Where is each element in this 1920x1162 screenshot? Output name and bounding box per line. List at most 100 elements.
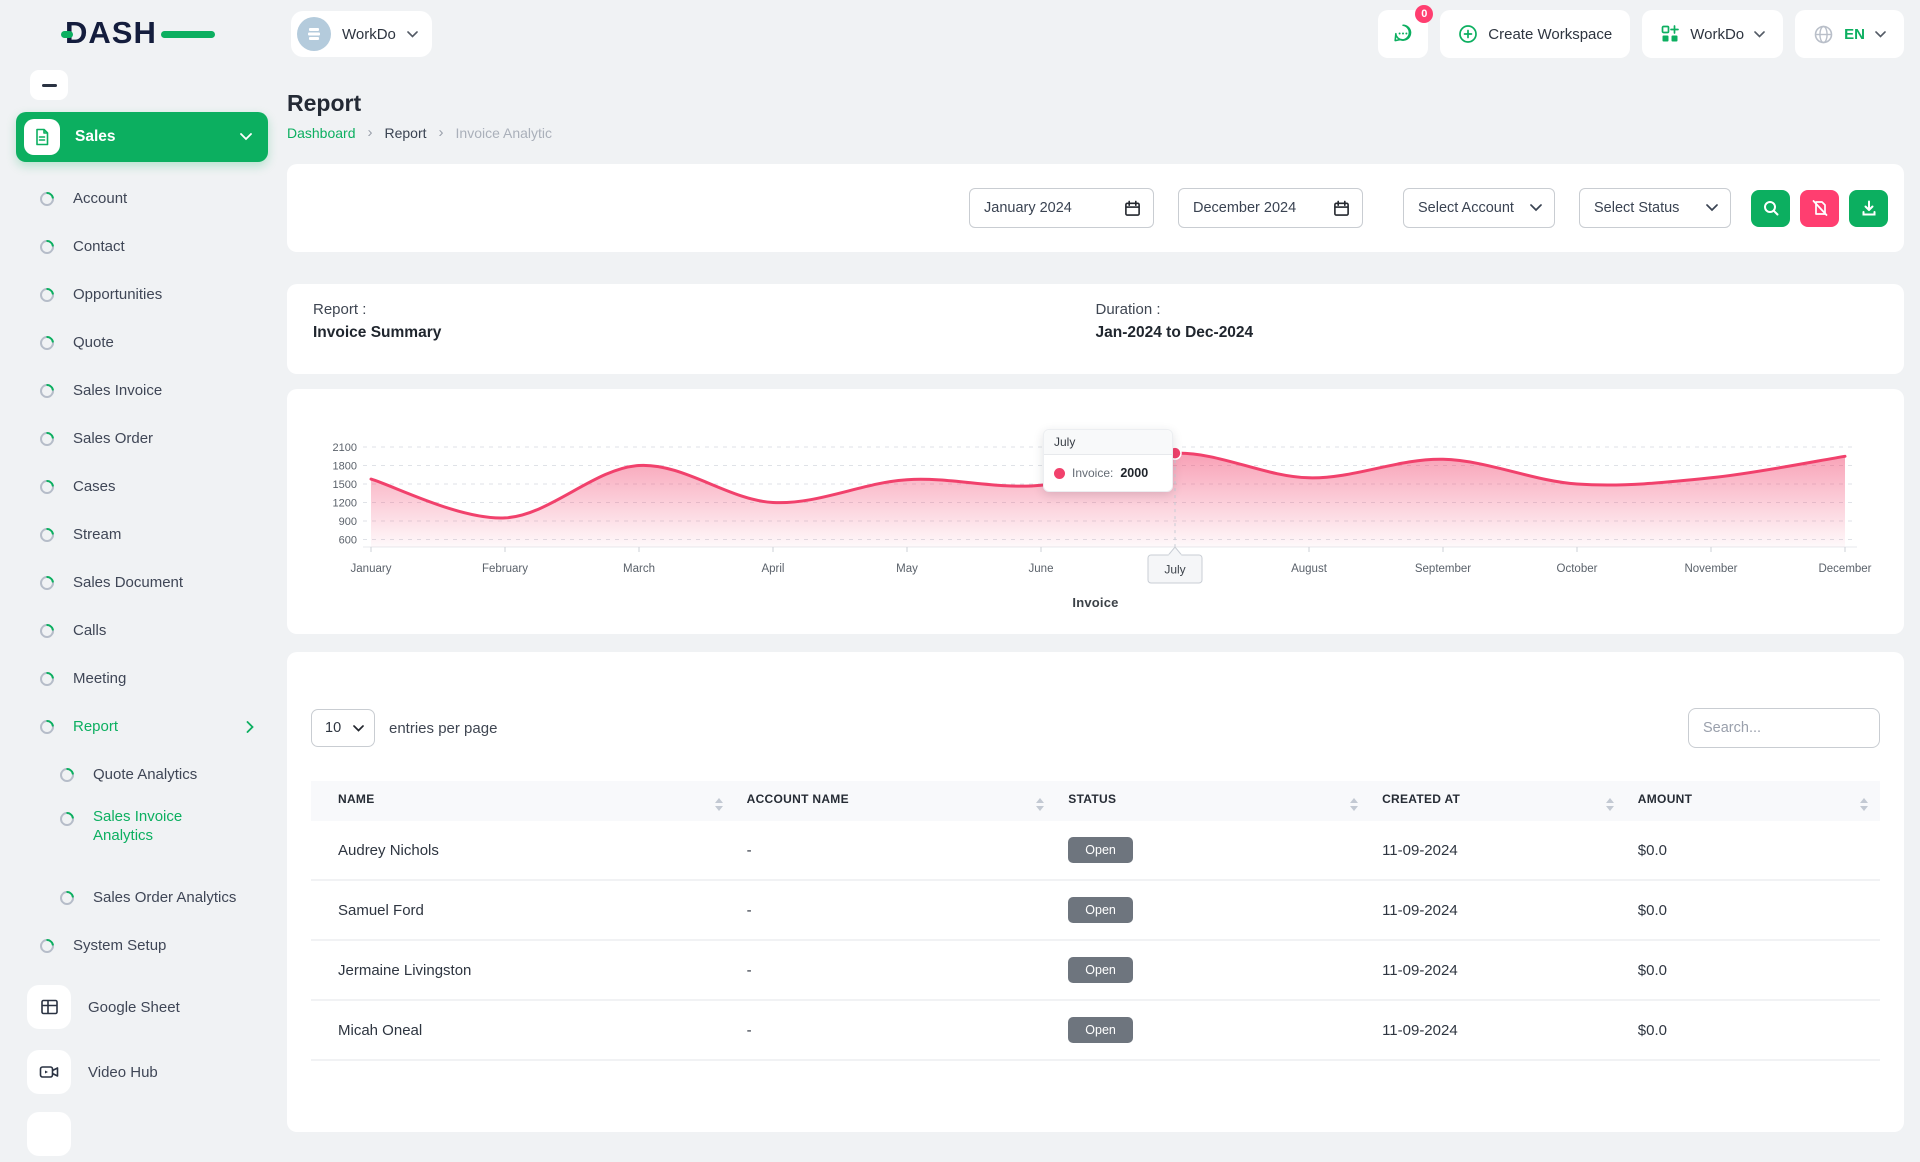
svg-text:1800: 1800 bbox=[333, 461, 357, 473]
main-content: Report Dashboard › Report › Invoice Anal… bbox=[287, 68, 1904, 1132]
cell-status: Open bbox=[1056, 880, 1370, 940]
language-button[interactable]: EN bbox=[1795, 10, 1904, 58]
end-month-input[interactable]: December 2024 bbox=[1178, 188, 1363, 228]
sidebar-item-quote-analytics[interactable]: Quote Analytics bbox=[16, 751, 268, 799]
sidebar-item-account[interactable]: Account bbox=[16, 175, 268, 223]
sheet-icon-box bbox=[27, 985, 71, 1029]
sort-icon[interactable] bbox=[1350, 798, 1358, 811]
table-controls: 10 entries per page bbox=[311, 708, 1880, 748]
topbar-actions: 0 Create Workspace WorkDo bbox=[1378, 10, 1904, 58]
cell-created-at: 11-09-2024 bbox=[1370, 880, 1626, 940]
sidebar-item-report[interactable]: Report bbox=[16, 703, 268, 751]
download-icon bbox=[1860, 199, 1878, 217]
status-select[interactable]: Select Status bbox=[1579, 188, 1731, 228]
sidebar-toggle-button[interactable] bbox=[30, 70, 68, 100]
bullet-icon bbox=[37, 525, 57, 545]
language-code: EN bbox=[1844, 26, 1865, 43]
breadcrumb-dashboard[interactable]: Dashboard bbox=[287, 125, 356, 141]
chevron-down-icon bbox=[1754, 31, 1765, 38]
grid-plus-icon bbox=[1660, 24, 1680, 44]
clear-filter-button[interactable] bbox=[1800, 190, 1839, 227]
breadcrumb: Dashboard › Report › Invoice Analytic bbox=[287, 124, 1904, 141]
invoices-table-card: 10 entries per page NAME ACCOUNT NAME ST… bbox=[287, 652, 1904, 1132]
sidebar-group-sales[interactable]: Sales bbox=[16, 112, 268, 162]
sidebar-item-contact[interactable]: Contact bbox=[16, 223, 268, 271]
tooltip-series-label: Invoice: bbox=[1072, 466, 1113, 480]
logo-text: DASH bbox=[65, 15, 157, 50]
svg-text:December: December bbox=[1818, 563, 1871, 575]
workspace-switcher[interactable]: WorkDo bbox=[291, 11, 432, 57]
table-search-input[interactable] bbox=[1688, 708, 1880, 748]
cell-amount: $0.0 bbox=[1626, 940, 1880, 1000]
sort-icon[interactable] bbox=[1036, 798, 1044, 811]
chevron-down-icon bbox=[240, 133, 252, 141]
sales-group-icon-box bbox=[24, 119, 60, 155]
app-menu-button[interactable]: WorkDo bbox=[1642, 10, 1783, 58]
svg-text:September: September bbox=[1415, 563, 1471, 575]
cell-created-at: 11-09-2024 bbox=[1370, 821, 1626, 880]
plus-circle-icon bbox=[1458, 24, 1478, 44]
apply-filter-button[interactable] bbox=[1751, 190, 1790, 227]
sidebar-item-sales-invoice-analytics[interactable]: Sales Invoice Analytics bbox=[16, 799, 268, 874]
shortcut-icon-box bbox=[27, 1112, 71, 1156]
account-select[interactable]: Select Account bbox=[1403, 188, 1555, 228]
sidebar-item-cases[interactable]: Cases bbox=[16, 463, 268, 511]
entries-per-page-select[interactable]: 10 bbox=[311, 709, 375, 747]
report-value: Invoice Summary bbox=[313, 324, 1096, 342]
sidebar-item-meeting[interactable]: Meeting bbox=[16, 655, 268, 703]
sidebar-shortcut-partial[interactable] bbox=[27, 1106, 268, 1162]
messages-button[interactable]: 0 bbox=[1378, 10, 1428, 58]
cell-amount: $0.0 bbox=[1626, 1000, 1880, 1060]
cell-amount: $0.0 bbox=[1626, 880, 1880, 940]
filter-actions bbox=[1751, 190, 1888, 227]
chevron-down-icon bbox=[407, 31, 418, 38]
invoices-table: NAME ACCOUNT NAME STATUS CREATED AT AMOU… bbox=[311, 781, 1880, 1061]
breadcrumb-report[interactable]: Report bbox=[385, 125, 427, 141]
sidebar-item-sales-order[interactable]: Sales Order bbox=[16, 415, 268, 463]
workspace-name: WorkDo bbox=[342, 26, 396, 43]
chat-bubble-icon bbox=[1391, 22, 1415, 46]
chevron-down-icon bbox=[1706, 204, 1718, 212]
svg-text:October: October bbox=[1557, 563, 1598, 575]
cell-created-at: 11-09-2024 bbox=[1370, 940, 1626, 1000]
sidebar-item-sales-document[interactable]: Sales Document bbox=[16, 559, 268, 607]
start-month-input[interactable]: January 2024 bbox=[969, 188, 1154, 228]
sidebar-item-video-hub[interactable]: Video Hub bbox=[27, 1044, 268, 1100]
create-workspace-label: Create Workspace bbox=[1488, 26, 1612, 43]
sidebar-item-calls[interactable]: Calls bbox=[16, 607, 268, 655]
column-header-amount[interactable]: AMOUNT bbox=[1626, 781, 1880, 821]
sidebar-item-opportunities[interactable]: Opportunities bbox=[16, 271, 268, 319]
sidebar-item-sales-invoice[interactable]: Sales Invoice bbox=[16, 367, 268, 415]
cell-account: - bbox=[735, 821, 1057, 880]
sidebar-item-quote[interactable]: Quote bbox=[16, 319, 268, 367]
status-badge: Open bbox=[1068, 897, 1133, 923]
sidebar-item-stream[interactable]: Stream bbox=[16, 511, 268, 559]
sort-icon[interactable] bbox=[715, 798, 723, 811]
cell-amount: $0.0 bbox=[1626, 821, 1880, 880]
table-row[interactable]: Samuel Ford - Open 11-09-2024 $0.0 bbox=[311, 880, 1880, 940]
sidebar-menu: Account Contact Opportunities Quote Sale… bbox=[16, 162, 268, 970]
column-header-name[interactable]: NAME bbox=[311, 781, 735, 821]
svg-text:2100: 2100 bbox=[333, 442, 357, 454]
table-row[interactable]: Micah Oneal - Open 11-09-2024 $0.0 bbox=[311, 1000, 1880, 1060]
status-badge: Open bbox=[1068, 837, 1133, 863]
column-header-created-at[interactable]: CREATED AT bbox=[1370, 781, 1626, 821]
sidebar-item-google-sheet[interactable]: Google Sheet bbox=[27, 979, 268, 1035]
table-row[interactable]: Jermaine Livingston - Open 11-09-2024 $0… bbox=[311, 940, 1880, 1000]
report-summary-card: Report : Invoice Summary Duration : Jan-… bbox=[287, 284, 1904, 374]
globe-icon bbox=[1813, 24, 1834, 45]
bullet-icon bbox=[37, 573, 57, 593]
table-row[interactable]: Audrey Nichols - Open 11-09-2024 $0.0 bbox=[311, 821, 1880, 880]
sidebar-item-sales-order-analytics[interactable]: Sales Order Analytics bbox=[16, 874, 268, 922]
svg-text:February: February bbox=[482, 563, 528, 575]
column-header-status[interactable]: STATUS bbox=[1056, 781, 1370, 821]
bullet-icon bbox=[37, 381, 57, 401]
column-header-account-name[interactable]: ACCOUNT NAME bbox=[735, 781, 1057, 821]
download-button[interactable] bbox=[1849, 190, 1888, 227]
sidebar-item-system-setup[interactable]: System Setup bbox=[16, 922, 268, 970]
sort-icon[interactable] bbox=[1606, 798, 1614, 811]
sort-icon[interactable] bbox=[1860, 798, 1868, 811]
svg-text:600: 600 bbox=[339, 535, 357, 547]
svg-text:January: January bbox=[351, 563, 392, 575]
create-workspace-button[interactable]: Create Workspace bbox=[1440, 10, 1630, 58]
